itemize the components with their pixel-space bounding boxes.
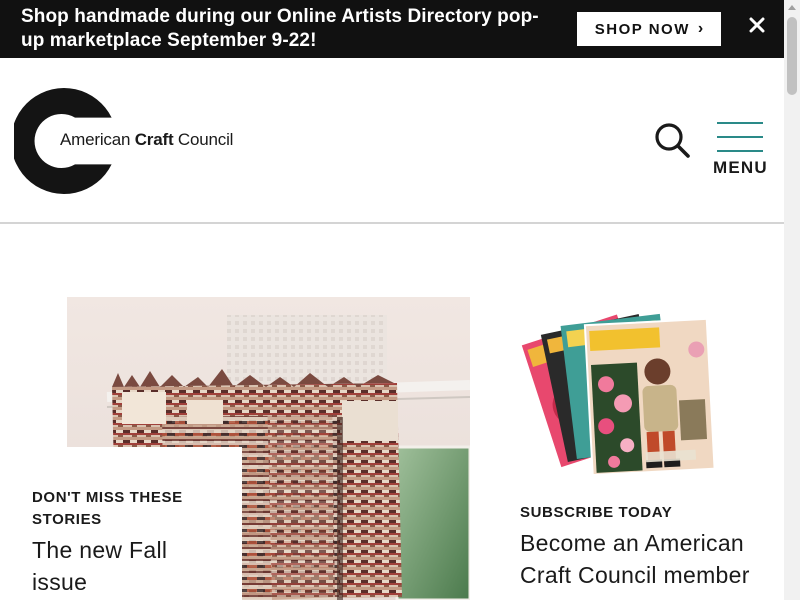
logo-wordmark: American Craft Council <box>60 130 234 149</box>
site-header: American Craft Council MENU <box>0 58 784 224</box>
hamburger-line <box>717 122 763 124</box>
shop-now-button[interactable]: SHOP NOW › <box>577 12 721 46</box>
subscribe-kicker: SUBSCRIBE TODAY <box>520 504 673 521</box>
close-icon[interactable] <box>746 14 768 36</box>
magazine-covers-image[interactable] <box>519 302 719 478</box>
menu-button[interactable]: MENU <box>710 122 772 178</box>
scroll-up-arrow-icon[interactable] <box>784 0 800 16</box>
menu-label: MENU <box>713 158 768 177</box>
scrollbar-thumb[interactable] <box>787 17 797 95</box>
hamburger-line <box>717 150 763 152</box>
feature-headline-link[interactable]: The new Fall issue <box>32 534 192 598</box>
banner-message: Shop handmade during our Online Artists … <box>21 6 539 51</box>
hamburger-line <box>717 136 763 138</box>
announcement-banner: Shop handmade during our Online Artists … <box>0 0 784 58</box>
feature-kicker: DON'T MISS THESE STORIES <box>32 489 183 528</box>
subscribe-headline-link[interactable]: Become an American Craft Council member <box>520 527 760 591</box>
chevron-right-icon: › <box>697 20 704 37</box>
search-icon[interactable] <box>654 122 692 160</box>
shop-now-label: SHOP NOW <box>594 20 690 38</box>
page-scrollbar[interactable] <box>784 0 800 600</box>
site-logo[interactable]: American Craft Council <box>14 86 254 196</box>
feature-story-card: DON'T MISS THESE STORIES The new Fall is… <box>0 447 242 600</box>
